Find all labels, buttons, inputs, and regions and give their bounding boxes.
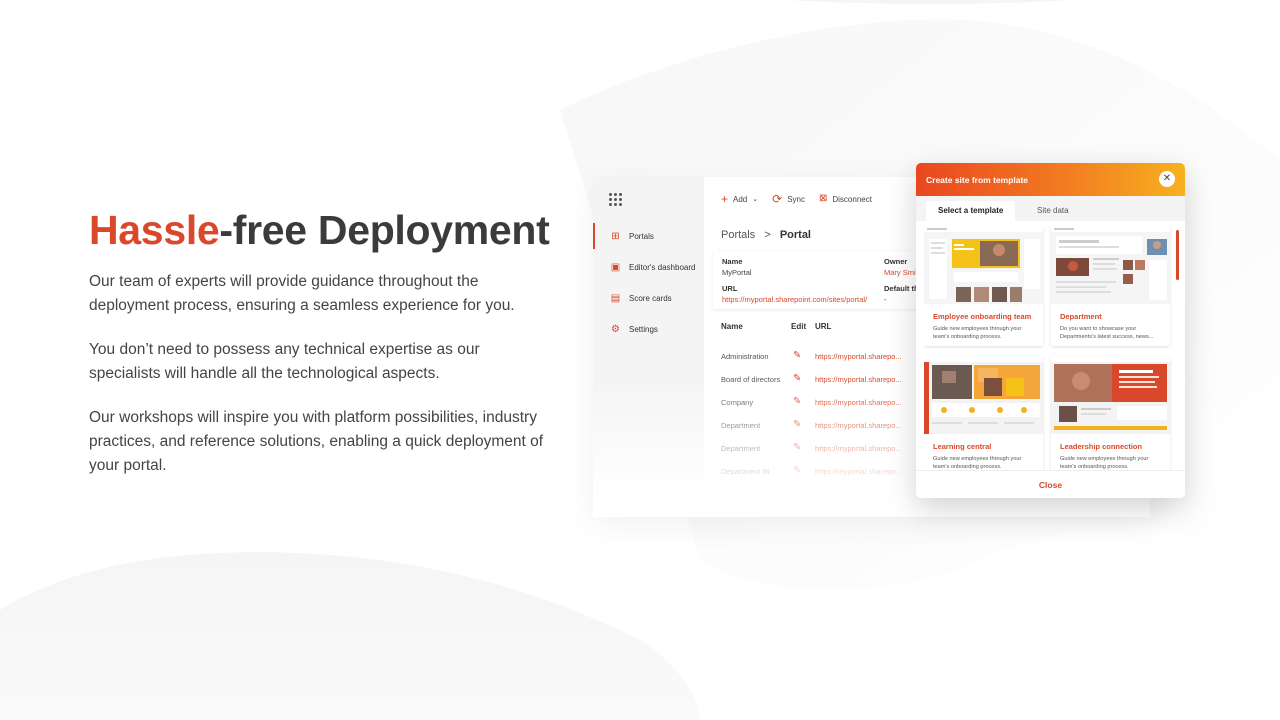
template-title: Learning central	[933, 442, 992, 451]
table-row[interactable]: Administration ✎ https://myportal.sharep…	[721, 350, 911, 366]
hero-paragraph-1: Our team of experts will provide guidanc…	[89, 273, 515, 314]
modal-tabs: Select a template Site data	[916, 196, 1185, 221]
row-name: Department	[721, 444, 761, 453]
breadcrumb-parent[interactable]: Portals	[721, 229, 755, 241]
close-button[interactable]: Close	[1039, 480, 1062, 490]
pencil-icon[interactable]: ✎	[793, 442, 801, 453]
template-title: Employee onboarding team	[933, 312, 1032, 321]
row-name: Company	[721, 398, 754, 407]
row-name: Department	[721, 421, 761, 430]
breadcrumb: Portals > Portal	[721, 229, 811, 241]
add-button[interactable]: + Add ⌄	[721, 193, 758, 205]
tab-site-data[interactable]: Site data	[1025, 201, 1081, 221]
sidebar-item-label: Settings	[629, 324, 658, 334]
table-row[interactable]: Department ✎ https://myportal.sharepo...	[721, 442, 911, 458]
url-label: URL	[722, 284, 738, 293]
sitemap-icon: ⊞	[611, 230, 620, 242]
sidebar-item-editors-dashboard[interactable]: ▣ Editor's dashboard	[593, 254, 704, 280]
template-description: Guide new employees through your team's …	[1060, 456, 1149, 470]
modal-footer: Close	[916, 470, 1185, 498]
row-url[interactable]: https://myportal.sharepo...	[815, 444, 902, 453]
table-row[interactable]: Department IN ✎ https://myportal.sharepo…	[721, 465, 911, 481]
add-button-label: Add	[733, 194, 748, 204]
tab-select-template[interactable]: Select a template	[926, 201, 1016, 221]
template-description: Guide new employees through your team's …	[933, 456, 1022, 470]
sidebar-item-settings[interactable]: ⚙ Settings	[593, 316, 704, 342]
column-url: URL	[815, 322, 832, 331]
template-description: Do you want to showcase your Departments…	[1060, 326, 1154, 340]
default-theme-label: Default th	[884, 284, 919, 293]
hero-title-accent: Hassle	[89, 207, 220, 253]
scorecard-icon: ▤	[610, 292, 621, 304]
hero-title-rest: -free Deployment	[219, 207, 550, 253]
sidebar-item-label: Portals	[629, 231, 654, 241]
sidebar-item-score-cards[interactable]: ▤ Score cards	[593, 285, 704, 311]
sidebar: ⊞ Portals ▣ Editor's dashboard ▤ Score c…	[593, 177, 704, 517]
table-row[interactable]: Department ✎ https://myportal.sharepo...	[721, 419, 911, 435]
row-url[interactable]: https://myportal.sharepo...	[815, 352, 902, 361]
toolbar: + Add ⌄ ⟳ Sync ⊠ Disconnect	[721, 193, 872, 205]
create-site-modal: Create site from template ✕ Select a tem…	[916, 163, 1185, 498]
disconnect-button[interactable]: ⊠ Disconnect	[819, 193, 872, 205]
pencil-icon[interactable]: ✎	[793, 465, 801, 476]
sync-button[interactable]: ⟳ Sync	[772, 193, 805, 205]
template-description: Guide new employees through your team's …	[933, 326, 1022, 340]
row-url[interactable]: https://myportal.sharepo...	[815, 467, 902, 476]
column-edit: Edit	[791, 322, 807, 331]
plus-icon: +	[721, 192, 729, 206]
row-name: Board of directors	[721, 375, 781, 384]
hero-paragraph-3: Our workshops will inspire you with plat…	[89, 409, 544, 474]
close-icon[interactable]: ✕	[1159, 171, 1175, 187]
template-title: Department	[1060, 312, 1102, 321]
column-name: Name	[721, 322, 743, 331]
template-card-leadership-connection[interactable]: Leadership connection Guide new employee…	[1051, 356, 1170, 471]
template-thumbnail	[1051, 226, 1170, 304]
table-row[interactable]: Company ✎ https://myportal.sharepo...	[721, 396, 911, 412]
default-theme-value: -	[884, 295, 887, 304]
page: Hassle-free Deployment Our team of exper…	[0, 0, 1280, 720]
hero-section: Hassle-free Deployment Our team of exper…	[89, 206, 550, 478]
row-url[interactable]: https://myportal.sharepo...	[815, 421, 902, 430]
disconnect-button-label: Disconnect	[832, 194, 872, 204]
sidebar-item-label: Editor's dashboard	[629, 262, 696, 272]
template-card-learning-central[interactable]: Learning central Guide new employees thr…	[924, 356, 1043, 471]
sidebar-item-label: Score cards	[629, 293, 672, 303]
template-title: Leadership connection	[1060, 442, 1143, 451]
table-row[interactable]: Board of directors ✎ https://myportal.sh…	[721, 373, 911, 389]
row-name: Department IN	[721, 467, 770, 476]
pencil-icon[interactable]: ✎	[793, 373, 801, 384]
template-grid: Employee onboarding team Guide new emplo…	[924, 226, 1174, 471]
sidebar-item-portals[interactable]: ⊞ Portals	[593, 223, 704, 249]
row-url[interactable]: https://myportal.sharepo...	[815, 375, 902, 384]
pencil-icon[interactable]: ✎	[793, 419, 801, 430]
pencil-icon[interactable]: ✎	[793, 350, 801, 361]
owner-label: Owner	[884, 257, 908, 266]
template-thumbnail	[924, 356, 1043, 434]
template-thumbnail	[1051, 356, 1170, 434]
modal-header: Create site from template	[916, 163, 1185, 196]
template-card-department[interactable]: Department Do you want to showcase your …	[1051, 226, 1170, 346]
breadcrumb-current: Portal	[779, 229, 811, 241]
gear-icon: ⚙	[611, 323, 620, 335]
disconnect-icon: ⊠	[818, 193, 828, 204]
owner-value[interactable]: Mary Smi	[884, 268, 916, 277]
name-label: Name	[722, 257, 743, 266]
name-value: MyPortal	[722, 268, 752, 277]
breadcrumb-separator: >	[764, 229, 771, 241]
template-card-employee-onboarding[interactable]: Employee onboarding team Guide new emplo…	[924, 226, 1043, 346]
pencil-icon[interactable]: ✎	[793, 396, 801, 407]
app-launcher-icon[interactable]	[609, 193, 623, 207]
template-thumbnail	[924, 226, 1043, 304]
url-value[interactable]: https://myportal.sharepoint.com/sites/po…	[722, 295, 867, 304]
chevron-down-icon: ⌄	[752, 196, 759, 203]
row-name: Administration	[721, 352, 769, 361]
row-url[interactable]: https://myportal.sharepo...	[815, 398, 902, 407]
sync-button-label: Sync	[787, 194, 805, 204]
hero-title: Hassle-free Deployment	[89, 206, 550, 254]
dashboard-icon: ▣	[610, 261, 621, 273]
modal-title: Create site from template	[926, 175, 1029, 185]
hero-paragraph-2: You don’t need to possess any technical …	[89, 341, 480, 382]
scrollbar-thumb[interactable]	[1176, 230, 1179, 280]
sync-icon: ⟳	[772, 192, 783, 206]
